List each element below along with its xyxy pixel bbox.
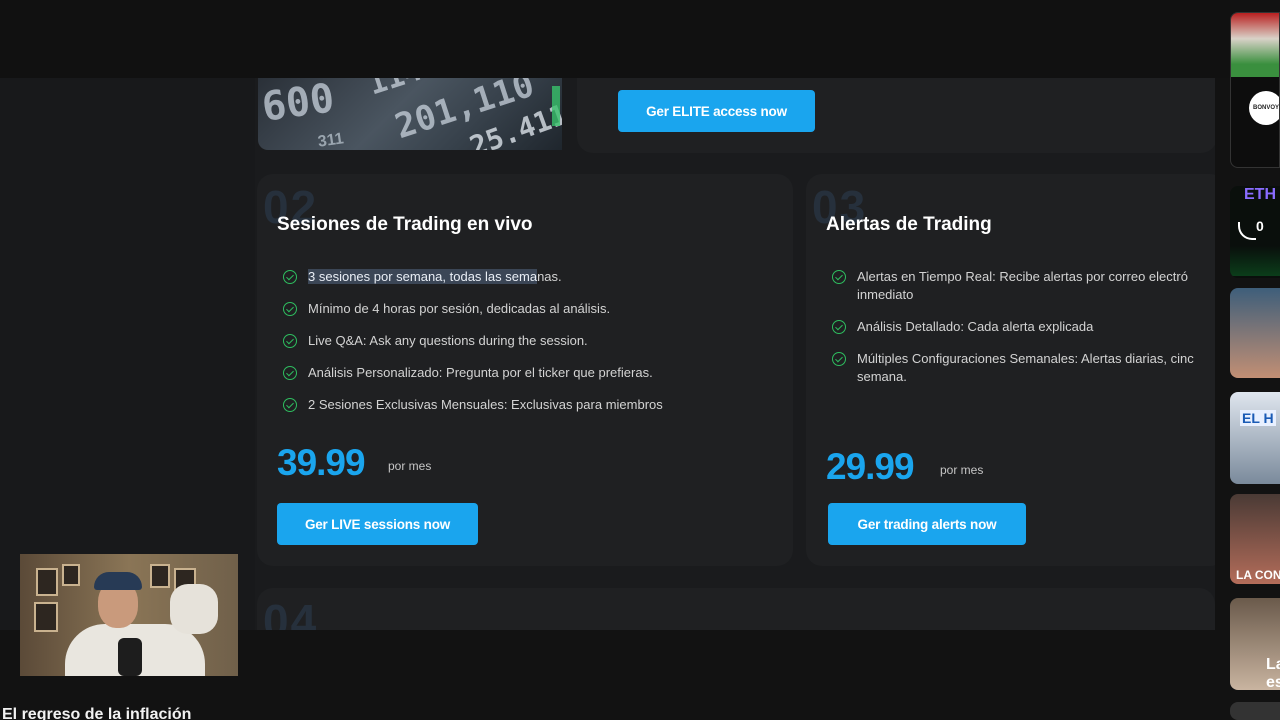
feature-item: Análisis Personalizado: Pregunta por el … [283,364,663,382]
stadium-image [1231,13,1279,77]
price: 29.99 [826,446,915,487]
price: 39.99 [277,442,366,483]
feature-item: Análisis Detallado: Cada alerta explicad… [832,318,1215,336]
webpage-viewport: 114 600 201,110 25.411 311 Ger ELITE acc… [0,78,1215,630]
feature-list: Alertas en Tiempo Real: Recibe alertas p… [832,268,1215,400]
card-title: Alertas de Trading [826,214,992,235]
selected-text[interactable]: 3 sesiones por semana, todas las sema [308,269,538,284]
price-period: por mes [940,463,984,477]
ticker-number: 600 [259,78,338,131]
left-gutter [0,78,255,630]
thumbnail-text: LA CONC [1236,568,1280,582]
recommended-videos-rail: BONVOY ETH 0 EL H LA CONC La es [1230,12,1280,720]
wall-frame [34,602,58,632]
price-period: por mes [388,459,432,473]
feature-text: 2 Sesiones Exclusivas Mensuales: Exclusi… [308,397,663,412]
webcam-overlay [20,554,238,676]
feature-item: 2 Sesiones Exclusivas Mensuales: Exclusi… [283,396,663,414]
feature-text: Mínimo de 4 horas por sesión, dedicadas … [308,301,611,316]
live-sessions-button[interactable]: Ger LIVE sessions now [277,503,478,545]
feature-text: Análisis Detallado: Cada alerta explicad… [857,319,1094,334]
bonvoy-logo: BONVOY [1249,91,1279,125]
feature-item: Mínimo de 4 horas por sesión, dedicadas … [283,300,663,318]
video-thumbnail[interactable]: ETH 0 [1230,186,1280,278]
ticker-number: 114 [364,78,426,103]
video-thumbnail[interactable]: LA CONC [1230,494,1280,584]
check-circle-icon [283,398,297,412]
stock-ticker-image: 114 600 201,110 25.411 311 [258,78,562,150]
feature-item: Live Q&A: Ask any questions during the s… [283,332,663,350]
check-circle-icon [832,352,846,366]
video-thumbnail[interactable] [1230,702,1280,720]
check-circle-icon [283,270,297,284]
card-title: Sesiones de Trading en vivo [277,214,533,235]
trading-alerts-button[interactable]: Ger trading alerts now [828,503,1026,545]
feature-text: Múltiples Configuraciones Semanales: Ale… [857,351,1194,384]
video-thumbnail[interactable] [1230,288,1280,378]
thumbnail-text: EL H [1240,410,1276,426]
feature-text: Análisis Personalizado: Pregunta por el … [308,365,653,380]
thumbnail-text: 0 [1256,218,1264,234]
ticker-green-mark [552,86,560,126]
thumbnail-text: ETH [1244,186,1276,203]
streamer-hand [170,584,218,634]
price-chart-graphic [1230,246,1280,276]
feature-item: 3 sesiones por semana, todas las semanas… [283,268,663,286]
check-circle-icon [832,320,846,334]
video-thumbnail[interactable]: EL H [1230,392,1280,484]
next-plan-card: 04 [257,588,1215,630]
check-circle-icon [283,334,297,348]
video-thumbnail[interactable]: La es [1230,598,1280,690]
check-circle-icon [832,270,846,284]
video-thumbnail[interactable]: BONVOY [1230,12,1280,168]
card-number: 04 [263,595,319,630]
feature-text: Live Q&A: Ask any questions during the s… [308,333,588,348]
wall-frame [150,564,170,588]
feature-item: Múltiples Configuraciones Semanales: Ale… [832,350,1215,386]
trading-alerts-card: 03 Alertas de Trading Alertas en Tiempo … [806,174,1215,566]
feature-list: 3 sesiones por semana, todas las semanas… [283,268,663,428]
video-title[interactable]: El regreso de la inflación [2,706,191,720]
feature-text: Alertas en Tiempo Real: Recibe alertas p… [857,269,1188,302]
wall-frame [62,564,80,586]
ticker-number: 311 [316,130,345,150]
microphone [118,638,142,676]
streamer-cap [94,572,142,590]
arrow-icon [1238,222,1256,240]
thumbnail-text: La es [1266,656,1280,690]
wall-frame [36,568,58,596]
feature-text: nas. [537,269,562,284]
check-circle-icon [283,366,297,380]
feature-item: Alertas en Tiempo Real: Recibe alertas p… [832,268,1215,304]
elite-access-button[interactable]: Ger ELITE access now [618,90,815,132]
top-bar [0,0,1230,78]
check-circle-icon [283,302,297,316]
live-sessions-card: 02 Sesiones de Trading en vivo 3 sesione… [257,174,793,566]
